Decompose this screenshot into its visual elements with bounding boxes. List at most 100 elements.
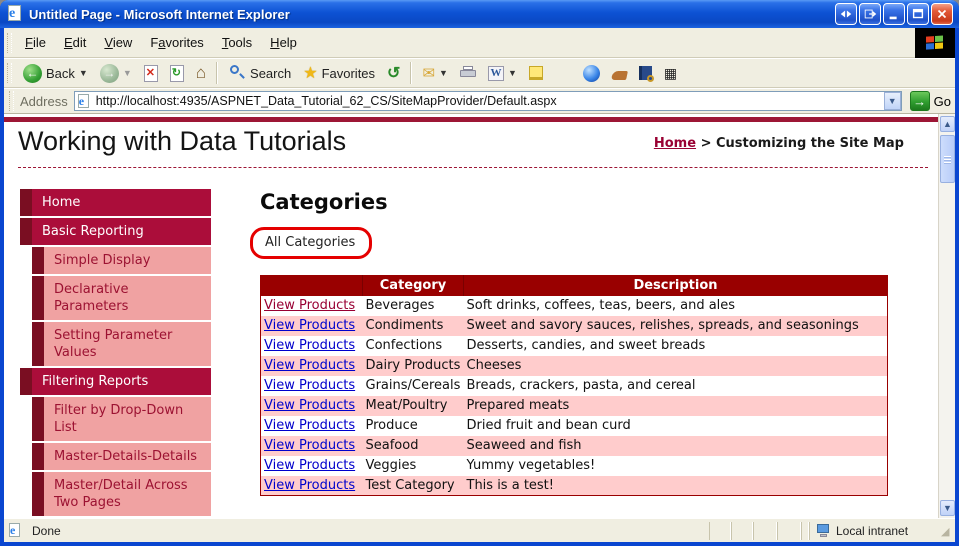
sidebar-item-master-detail-across-two-pages[interactable]: Master/Detail Across Two Pages <box>44 472 211 516</box>
table-row: View Products Veggies Yummy vegetables! <box>261 456 888 476</box>
sidebar-indent <box>20 247 32 274</box>
sidebar-row: Setting Parameter Values <box>20 322 211 366</box>
sidebar-item-filtering-reports[interactable]: Filtering Reports <box>32 368 211 395</box>
view-products-link[interactable]: View Products <box>264 418 355 433</box>
menu-file[interactable]: File <box>16 31 55 54</box>
table-row: View Products Beverages Soft drinks, coffe… <box>261 296 888 316</box>
forward-dropdown-icon[interactable]: ▼ <box>123 68 132 78</box>
scroll-down-button[interactable]: ▼ <box>940 500 955 516</box>
scrollbar-thumb[interactable] <box>940 135 955 183</box>
view-products-cell: View Products <box>260 475 363 496</box>
go-arrow-icon: → <box>913 93 927 109</box>
resize-grip[interactable]: ◢ <box>941 522 955 540</box>
back-icon: ← <box>23 63 42 83</box>
scroll-down-icon: ▼ <box>943 503 952 513</box>
back-dropdown-icon[interactable]: ▼ <box>79 68 88 78</box>
forward-button[interactable]: → ▼ <box>95 62 137 85</box>
view-products-link[interactable]: View Products <box>264 458 355 473</box>
scroll-up-button[interactable]: ▲ <box>940 116 955 132</box>
view-products-cell: View Products <box>261 336 363 356</box>
sidebar-item-home[interactable]: Home <box>32 189 211 216</box>
status-page-icon: e <box>8 523 23 538</box>
mail-dropdown-icon[interactable]: ▼ <box>439 68 448 78</box>
refresh-button[interactable]: ↻ <box>165 63 189 84</box>
all-categories-filter[interactable]: All Categories <box>250 227 373 259</box>
note-icon <box>528 66 543 80</box>
toolbar-grip[interactable] <box>7 32 12 53</box>
view-products-link[interactable]: View Products <box>264 318 355 333</box>
sidebar-item-marker <box>32 472 44 516</box>
sidebar-item-setting-parameter-values[interactable]: Setting Parameter Values <box>44 322 211 366</box>
menu-view[interactable]: View <box>95 31 141 54</box>
view-products-link[interactable]: View Products <box>264 378 355 393</box>
view-products-link[interactable]: View Products <box>264 478 355 493</box>
sidebar-item-marker <box>20 368 32 395</box>
view-products-link[interactable]: View Products <box>264 438 355 453</box>
sidebar-item-simple-display[interactable]: Simple Display <box>44 247 211 274</box>
sidebar-item-master-details-details[interactable]: Master-Details-Details <box>44 443 211 470</box>
sidebar-item-basic-reporting[interactable]: Basic Reporting <box>32 218 211 245</box>
menu-favorites[interactable]: Favorites <box>141 31 212 54</box>
menu-bar: File Edit View Favorites Tools Help <box>4 28 955 58</box>
history-icon: ↺ <box>387 65 401 82</box>
view-products-link[interactable]: View Products <box>264 398 355 413</box>
mail-button[interactable]: ✉ ▼ <box>417 62 453 84</box>
box-arrow-icon <box>864 9 877 19</box>
pan-arrows-button[interactable] <box>835 3 857 25</box>
back-button[interactable]: ← Back ▼ <box>18 62 93 85</box>
title-bar[interactable]: e Untitled Page - Microsoft Internet Exp… <box>0 0 959 28</box>
window-title: Untitled Page - Microsoft Internet Explo… <box>29 6 290 22</box>
status-bar: e Done Local intranet ◢ <box>4 518 955 542</box>
page-icon: e <box>77 93 92 109</box>
go-button[interactable]: → Go <box>909 91 951 111</box>
view-products-cell: View Products <box>260 315 363 336</box>
toolbar-grip[interactable] <box>9 91 14 111</box>
minimize-button[interactable] <box>883 3 905 25</box>
view-products-link[interactable]: View Products <box>264 338 355 353</box>
home-button[interactable]: ⌂ <box>191 61 211 85</box>
history-button[interactable]: ↺ <box>382 61 405 85</box>
menu-help[interactable]: Help <box>261 31 306 54</box>
research-button[interactable] <box>634 64 657 82</box>
favorites-button[interactable]: ★ Favorites <box>298 61 380 85</box>
intranet-zone-icon <box>816 524 831 537</box>
barcode-button[interactable]: ▦ <box>659 63 682 84</box>
status-text: Done <box>32 523 61 538</box>
address-dropdown-button[interactable]: ▼ <box>883 92 901 110</box>
edit-with-word-button[interactable]: W ▼ <box>483 64 522 83</box>
view-products-cell: View Products <box>260 395 363 416</box>
sidebar-indent <box>20 397 32 441</box>
toolbar-separator <box>410 62 413 84</box>
addon-button[interactable] <box>607 65 632 82</box>
description-cell: This is a test! <box>463 475 888 496</box>
close-button[interactable] <box>931 3 953 25</box>
vertical-scrollbar[interactable]: ▲ ▼ <box>938 114 955 518</box>
breadcrumb-current: Customizing the Site Map <box>716 136 904 151</box>
view-products-link[interactable]: View Products <box>264 298 355 313</box>
menu-tools[interactable]: Tools <box>213 31 261 54</box>
view-products-link[interactable]: View Products <box>264 358 355 373</box>
toolbar-grip[interactable] <box>7 63 12 83</box>
export-window-button[interactable] <box>859 3 881 25</box>
table-row: View Products Dairy Products Cheeses <box>260 355 888 376</box>
print-button[interactable] <box>455 64 481 82</box>
messenger-icon <box>582 64 600 82</box>
search-icon <box>228 64 246 82</box>
breadcrumb-home-link[interactable]: Home <box>654 136 696 151</box>
description-cell: Yummy vegetables! <box>466 458 596 473</box>
sidebar-item-filter-by-drop-down-list[interactable]: Filter by Drop-Down List <box>44 397 211 441</box>
maximize-button[interactable] <box>907 3 929 25</box>
edit-dropdown-icon[interactable]: ▼ <box>508 68 517 78</box>
description-cell: Dried fruit and bean curd <box>466 418 631 433</box>
standard-toolbar: ← Back ▼ → ▼ ✕ ↻ ⌂ Search ★ Favorites ↺ <box>4 58 955 88</box>
search-button[interactable]: Search <box>223 62 296 84</box>
messenger-button[interactable] <box>578 63 605 84</box>
address-input[interactable]: e http://localhost:4935/ASPNET_Data_Tuto… <box>73 91 902 111</box>
category-cell: Seafood <box>362 435 464 456</box>
sidebar-item-marker <box>32 247 44 274</box>
menu-edit[interactable]: Edit <box>55 31 95 54</box>
sidebar-item-declarative-parameters[interactable]: Declarative Parameters <box>44 276 211 320</box>
stop-button[interactable]: ✕ <box>139 63 163 84</box>
discuss-button[interactable] <box>524 64 548 82</box>
zone-text: Local intranet <box>836 523 909 538</box>
